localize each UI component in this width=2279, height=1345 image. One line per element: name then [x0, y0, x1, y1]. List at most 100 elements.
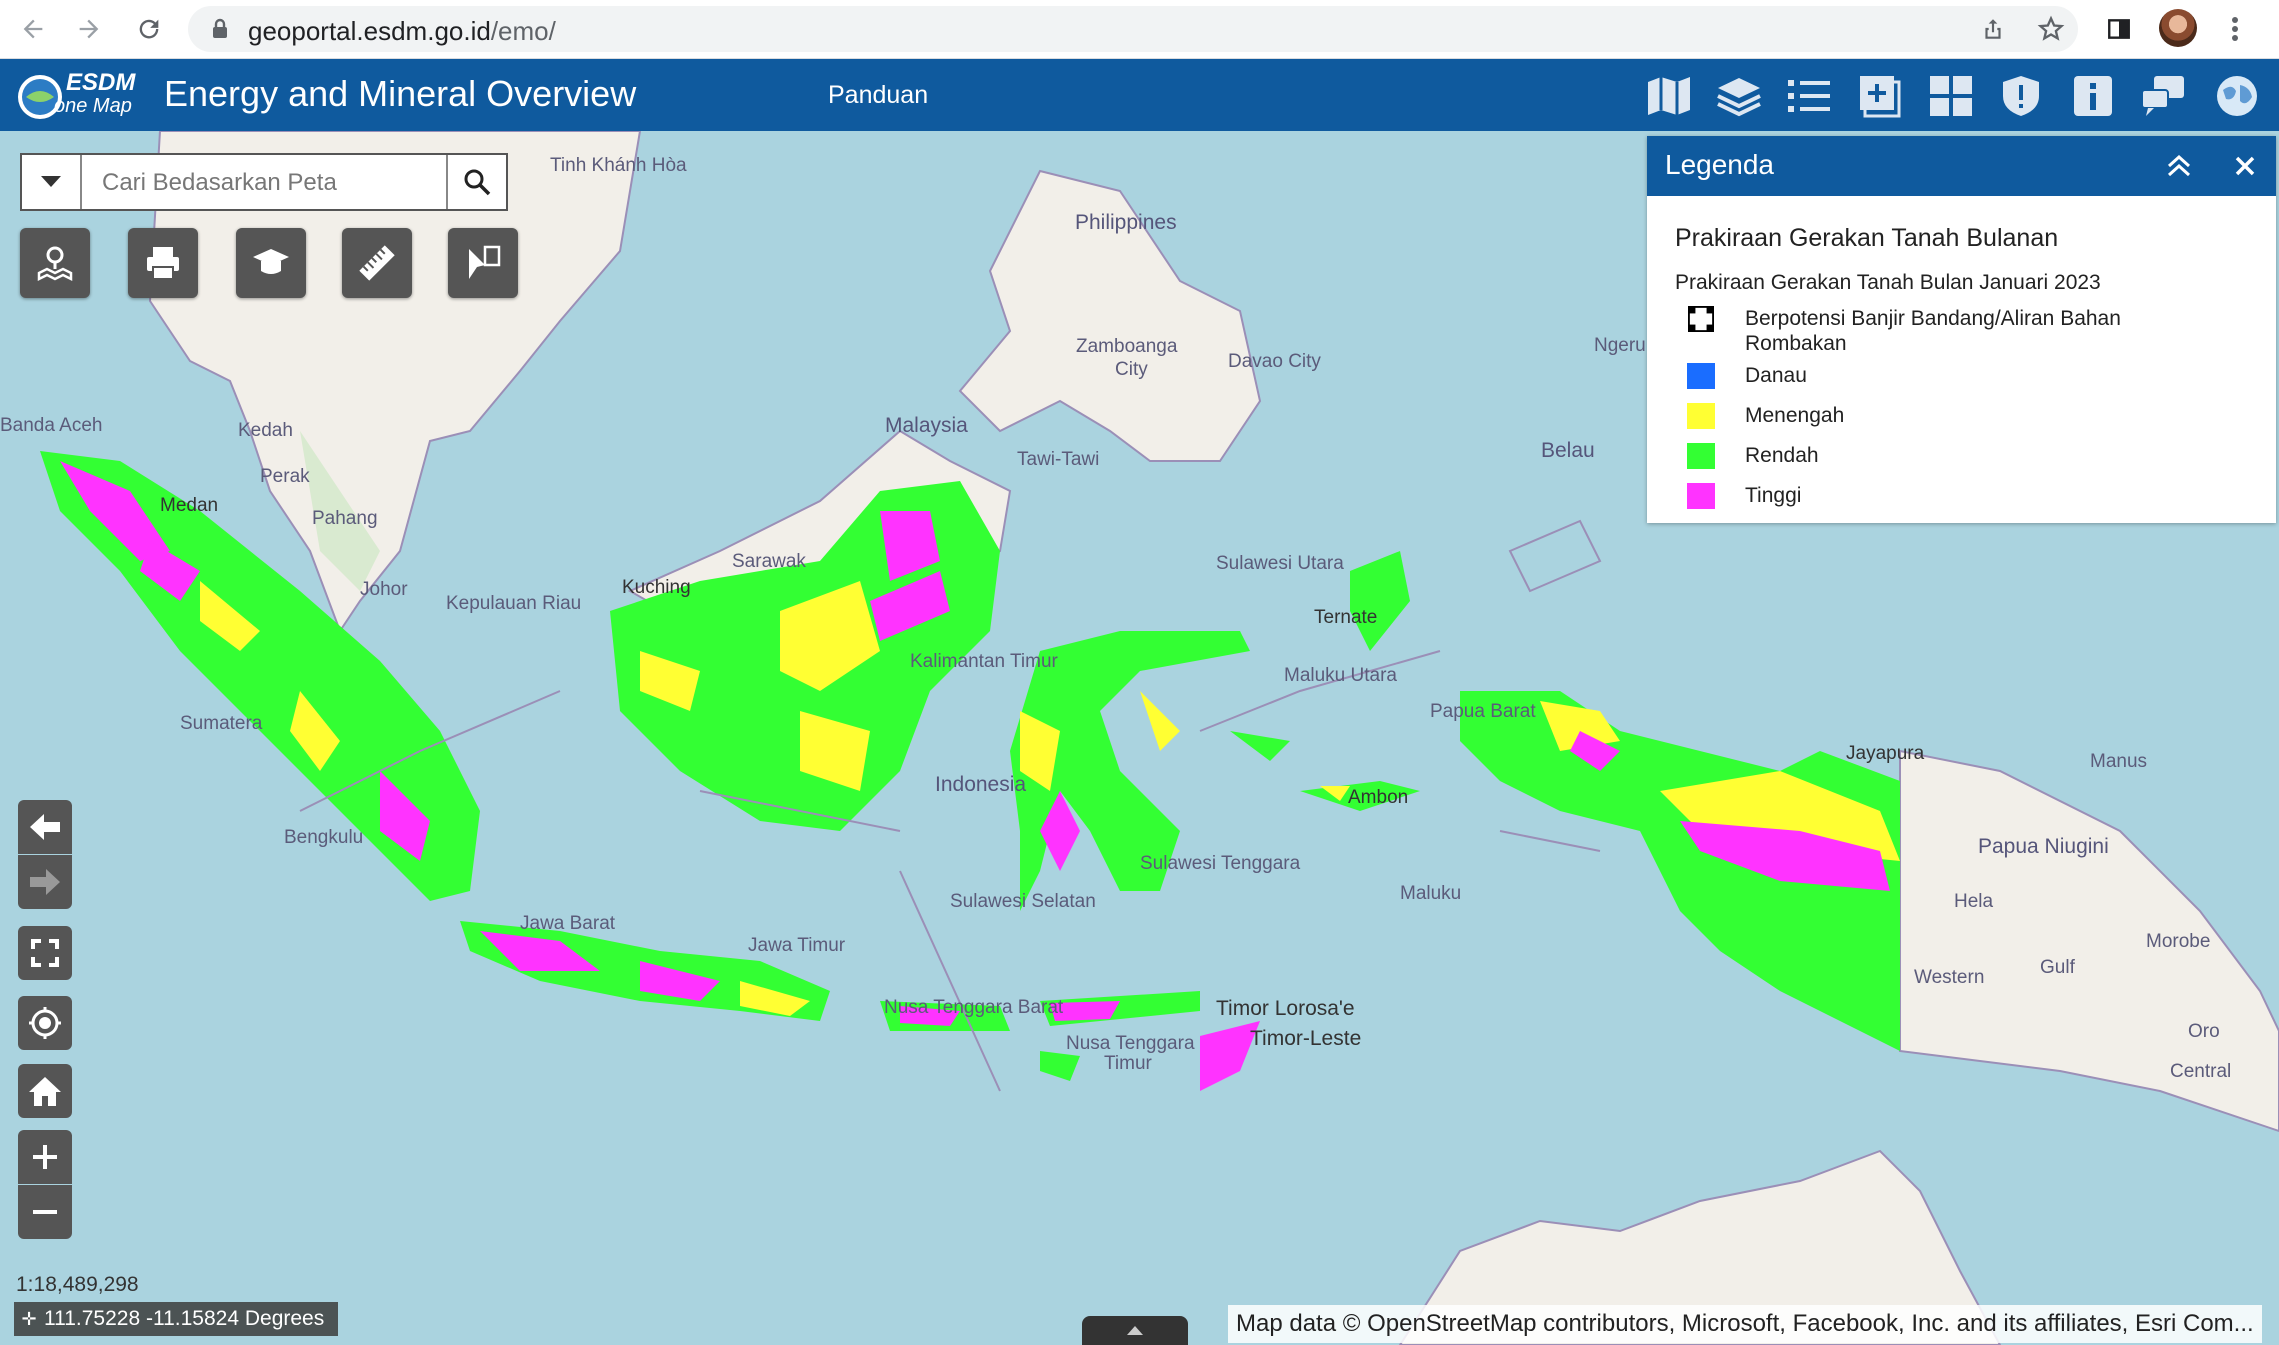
label-zamboanga-city: City [1115, 359, 1148, 380]
back-icon[interactable] [12, 8, 54, 50]
map-attribution: Map data © OpenStreetMap contributors, M… [1228, 1305, 2262, 1343]
logo-text-top: ESDM [66, 69, 136, 96]
label-sulsel: Sulawesi Selatan [950, 891, 1096, 912]
home-button[interactable] [18, 1064, 72, 1118]
address-bar[interactable]: geoportal.esdm.go.id/emo/ [188, 6, 2078, 52]
share-icon[interactable] [1972, 8, 2014, 50]
info-icon[interactable] [2066, 69, 2120, 123]
logo-text-bottom: one Map [54, 95, 132, 117]
label-jayapura: Jayapura [1846, 743, 1925, 764]
shield-icon[interactable] [1994, 69, 2048, 123]
locate-button[interactable] [18, 996, 72, 1050]
back-arrow-icon [30, 814, 60, 840]
legend-item-label: Rendah [1745, 444, 1819, 467]
label-tawi: Tawi-Tawi [1017, 449, 1100, 470]
map-scale: 1:18,489,298 [16, 1273, 139, 1296]
legend-collapse-button[interactable] [2161, 148, 2197, 184]
search-input[interactable] [100, 167, 444, 199]
map-pin-icon [37, 246, 73, 282]
label-morobe: Morobe [2146, 931, 2211, 952]
measure-button[interactable] [342, 228, 412, 298]
menu-dots-icon[interactable] [2214, 8, 2256, 50]
sidebar-icon[interactable] [2098, 8, 2140, 50]
label-gulf: Gulf [2040, 957, 2075, 978]
zoom-out-icon [33, 1210, 57, 1214]
browser-toolbar: geoportal.esdm.go.id/emo/ [0, 0, 2279, 59]
ruler-icon [359, 245, 395, 281]
label-malaysia: Malaysia [885, 414, 968, 437]
chevron-up-icon [1127, 1326, 1143, 1335]
basemap-icon[interactable] [1642, 69, 1696, 123]
legend-item-label: Berpotensi Banjir Bandang/Aliran Bahan R… [1745, 307, 2121, 355]
crosshair-icon: ✛ [21, 1308, 37, 1329]
coordinate-text: 111.75228 -11.15824 Degrees [44, 1307, 325, 1330]
label-maluku: Maluku [1400, 883, 1462, 904]
app-title: Energy and Mineral Overview [164, 73, 637, 114]
label-belau: Belau [1541, 439, 1595, 462]
map-pin-tool-button[interactable] [20, 228, 90, 298]
legend-sublayer-title: Prakiraan Gerakan Tanah Bulan Januari 20… [1675, 271, 2101, 294]
url-path: /emo/ [490, 16, 556, 46]
label-banda-aceh: Banda Aceh [0, 415, 103, 436]
legend-item-label: Danau [1745, 364, 1807, 387]
draw-icon [469, 245, 501, 279]
print-icon [147, 247, 179, 280]
lock-icon[interactable] [210, 18, 230, 45]
label-medan: Medan [160, 495, 219, 516]
education-icon [253, 249, 289, 274]
panduan-link[interactable]: Panduan [828, 81, 928, 110]
map-search [20, 153, 508, 211]
label-kedah: Kedah [238, 420, 293, 441]
profile-avatar[interactable] [2159, 9, 2197, 47]
globe-icon[interactable] [2210, 69, 2264, 123]
label-kaltim: Kalimantan Timur [910, 651, 1058, 672]
coordinate-readout[interactable]: ✛ 111.75228 -11.15824 Degrees [14, 1302, 338, 1336]
esdm-logo[interactable]: ESDM one Map [14, 67, 144, 123]
print-button[interactable] [128, 228, 198, 298]
locate-icon [29, 1007, 61, 1039]
next-extent-button[interactable] [18, 855, 72, 909]
layers-icon[interactable] [1712, 69, 1766, 123]
legend-item: Rendah [1687, 441, 2247, 473]
add-data-icon[interactable] [1852, 69, 1906, 123]
label-davao: Davao City [1228, 351, 1321, 372]
forward-arrow-icon [30, 869, 60, 895]
label-philippines: Philippines [1075, 211, 1177, 234]
previous-extent-button[interactable] [18, 800, 72, 854]
url-host: geoportal.esdm.go.id [248, 16, 491, 46]
search-button[interactable] [446, 155, 506, 209]
legend-swatch-tinggi [1687, 483, 1715, 509]
star-icon[interactable] [2030, 8, 2072, 50]
label-sultra: Sulawesi Tenggara [1140, 853, 1301, 874]
label-pahang: Pahang [312, 508, 378, 529]
legend-item-label: Tinggi [1745, 484, 1802, 507]
legend-swatch-danau [1687, 363, 1715, 389]
legend-title: Legenda [1665, 149, 1775, 180]
legend-header: Legenda [1647, 136, 2276, 196]
reload-icon[interactable] [128, 8, 170, 50]
label-central: Central [2170, 1061, 2232, 1082]
label-sarawak: Sarawak [732, 551, 806, 572]
double-chevron-up-icon [2167, 155, 2191, 177]
label-ntt-timur: Timur [1104, 1053, 1152, 1074]
forward-icon[interactable] [68, 8, 110, 50]
zoom-out-button[interactable] [18, 1185, 72, 1239]
legend-swatch-menengah [1687, 403, 1715, 429]
fullscreen-button[interactable] [18, 926, 72, 980]
widgets-icon[interactable] [1924, 69, 1978, 123]
chat-icon[interactable] [2136, 69, 2190, 123]
close-icon [2235, 156, 2255, 176]
legend-panel: Legenda Prakiraan Gerakan Tanah Bulanan … [1647, 136, 2276, 523]
layer-list-icon[interactable] [1782, 69, 1836, 123]
legend-item-label: Menengah [1745, 404, 1845, 427]
draw-button[interactable] [448, 228, 518, 298]
zoom-in-button[interactable] [18, 1130, 72, 1184]
legend-swatch-rendah [1687, 443, 1715, 469]
label-ternate: Ternate [1314, 607, 1378, 628]
fullscreen-icon [31, 939, 59, 967]
legend-close-button[interactable] [2227, 148, 2263, 184]
education-button[interactable] [236, 228, 306, 298]
label-manus: Manus [2090, 751, 2148, 772]
search-source-dropdown[interactable] [22, 155, 82, 209]
attribution-toggle[interactable] [1082, 1316, 1188, 1345]
